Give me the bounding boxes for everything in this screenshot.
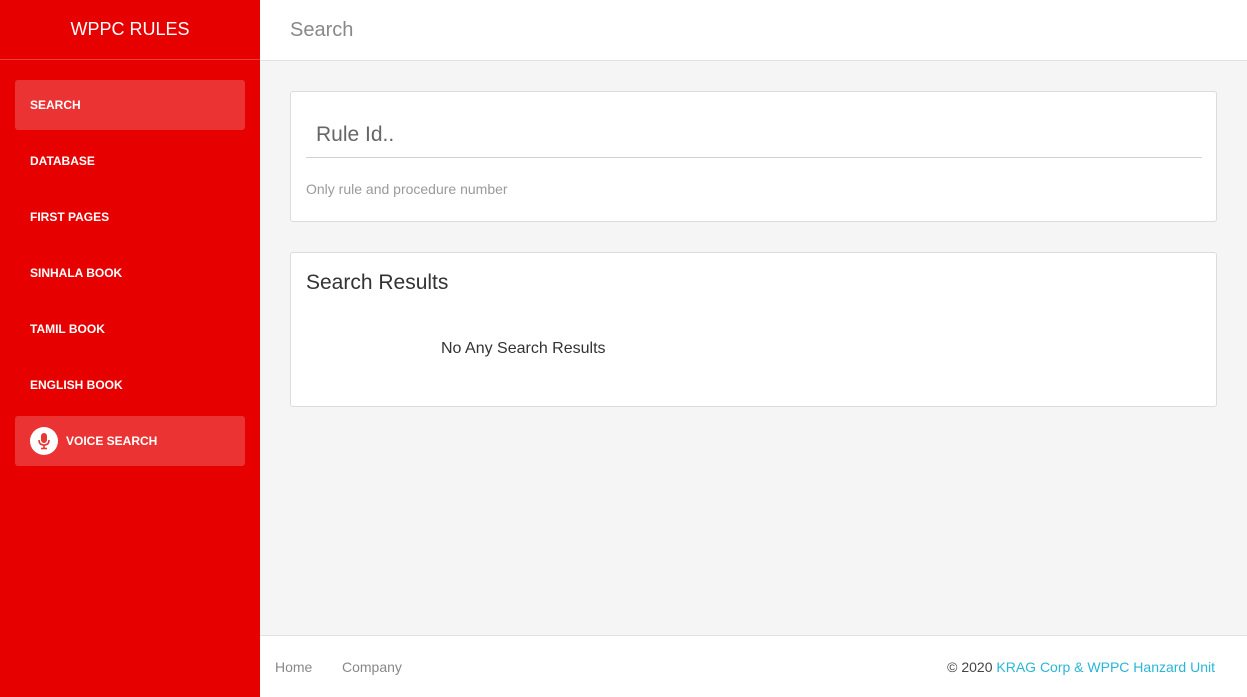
app-title: WPPC RULES — [0, 0, 260, 60]
page-title: Search — [290, 18, 354, 41]
copyright-brand-link[interactable]: KRAG Corp & WPPC Hanzard Unit — [996, 659, 1215, 675]
top-bar: Search — [260, 0, 1247, 61]
copyright: © 2020 KRAG Corp & WPPC Hanzard Unit — [947, 659, 1215, 675]
microphone-icon — [30, 427, 58, 455]
sidebar-item-sinhala-book[interactable]: SINHALA BOOK — [15, 248, 245, 298]
sidebar-item-label: FIRST PAGES — [30, 210, 110, 224]
sidebar-item-first-pages[interactable]: FIRST PAGES — [15, 192, 245, 242]
copyright-prefix: © 2020 — [947, 659, 997, 675]
footer-link-home[interactable]: Home — [275, 659, 312, 675]
sidebar-item-tamil-book[interactable]: TAMIL BOOK — [15, 304, 245, 354]
sidebar-item-label: ENGLISH BOOK — [30, 378, 123, 392]
voice-search-button[interactable]: VOICE SEARCH — [15, 416, 245, 466]
search-hint: Only rule and procedure number — [306, 181, 508, 197]
sidebar-item-label: SINHALA BOOK — [30, 266, 123, 280]
sidebar-item-label: SEARCH — [30, 98, 81, 112]
rule-id-input[interactable] — [306, 112, 1202, 158]
sidebar-item-database[interactable]: DATABASE — [15, 136, 245, 186]
sidebar-item-label: DATABASE — [30, 154, 95, 168]
sidebar-nav: SEARCH DATABASE FIRST PAGES SINHALA BOOK… — [0, 60, 260, 466]
footer-link-company[interactable]: Company — [342, 659, 402, 675]
footer: Home Company © 2020 KRAG Corp & WPPC Han… — [260, 635, 1247, 697]
search-card: Only rule and procedure number — [290, 91, 1217, 222]
sidebar-item-label: VOICE SEARCH — [66, 434, 158, 448]
sidebar-item-label: TAMIL BOOK — [30, 322, 105, 336]
sidebar-item-search[interactable]: SEARCH — [15, 80, 245, 130]
sidebar-item-english-book[interactable]: ENGLISH BOOK — [15, 360, 245, 410]
results-card: Search Results No Any Search Results — [290, 252, 1217, 407]
sidebar: WPPC RULES SEARCH DATABASE FIRST PAGES S… — [0, 0, 260, 697]
results-title: Search Results — [306, 271, 449, 294]
no-results-message: No Any Search Results — [441, 340, 606, 357]
